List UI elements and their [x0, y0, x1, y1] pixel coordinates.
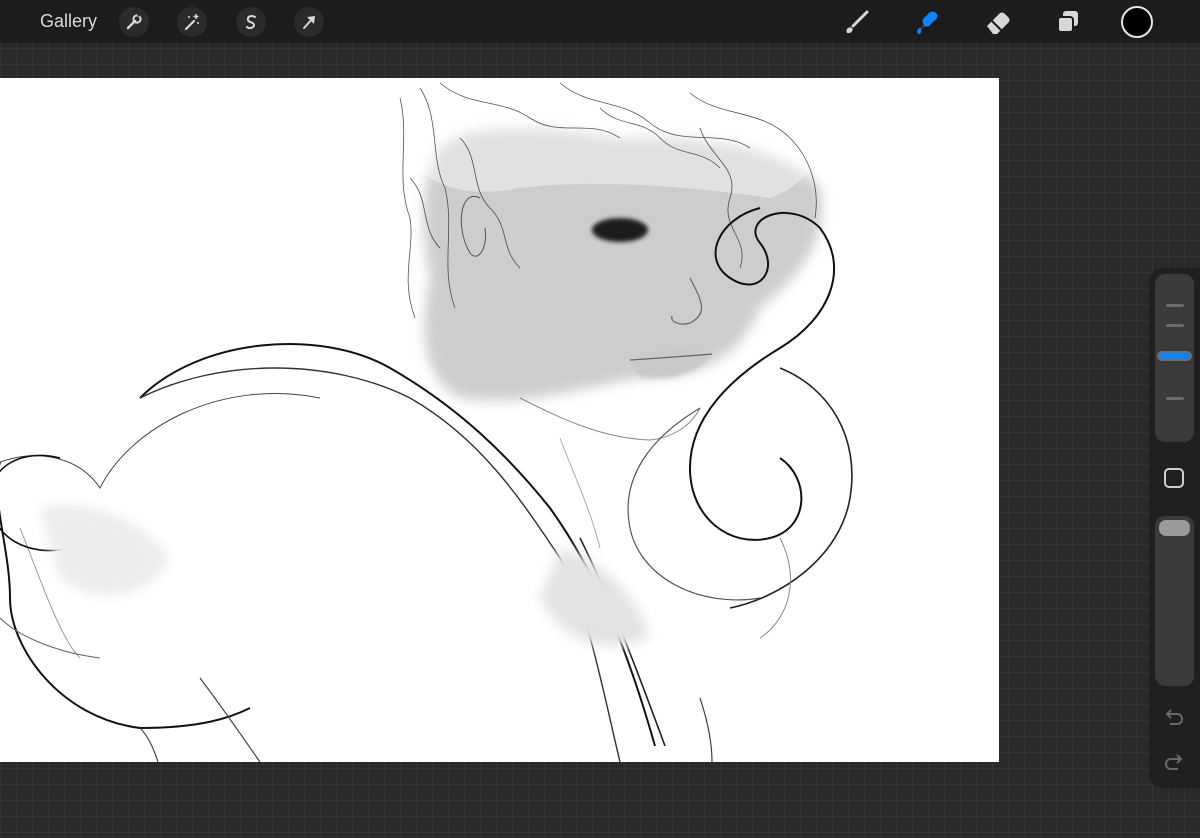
size-tick: [1166, 304, 1184, 307]
redo-icon[interactable]: [1162, 753, 1186, 773]
eraser-icon[interactable]: [981, 5, 1015, 39]
top-toolbar: Gallery: [0, 0, 1200, 43]
magic-wand-icon[interactable]: [177, 7, 207, 37]
size-tick: [1166, 397, 1184, 400]
opacity-slider-thumb[interactable]: [1159, 520, 1190, 536]
sketch-artwork: [0, 78, 853, 762]
brush-size-slider[interactable]: [1155, 274, 1194, 442]
drawing-canvas[interactable]: [0, 78, 999, 762]
layers-icon[interactable]: [1051, 5, 1085, 39]
selection-s-icon[interactable]: [236, 7, 266, 37]
transform-arrow-icon[interactable]: [294, 7, 324, 37]
modify-square-icon[interactable]: [1164, 468, 1184, 488]
smudge-icon[interactable]: [909, 5, 943, 39]
wrench-icon[interactable]: [119, 7, 149, 37]
brush-icon[interactable]: [839, 5, 873, 39]
undo-icon[interactable]: [1162, 708, 1186, 728]
gallery-button[interactable]: Gallery: [40, 11, 97, 32]
size-tick: [1166, 324, 1184, 327]
opacity-slider[interactable]: [1155, 516, 1194, 686]
color-picker-swatch[interactable]: [1121, 6, 1153, 38]
brush-sidebar: [1149, 268, 1200, 788]
size-slider-thumb[interactable]: [1159, 353, 1190, 359]
